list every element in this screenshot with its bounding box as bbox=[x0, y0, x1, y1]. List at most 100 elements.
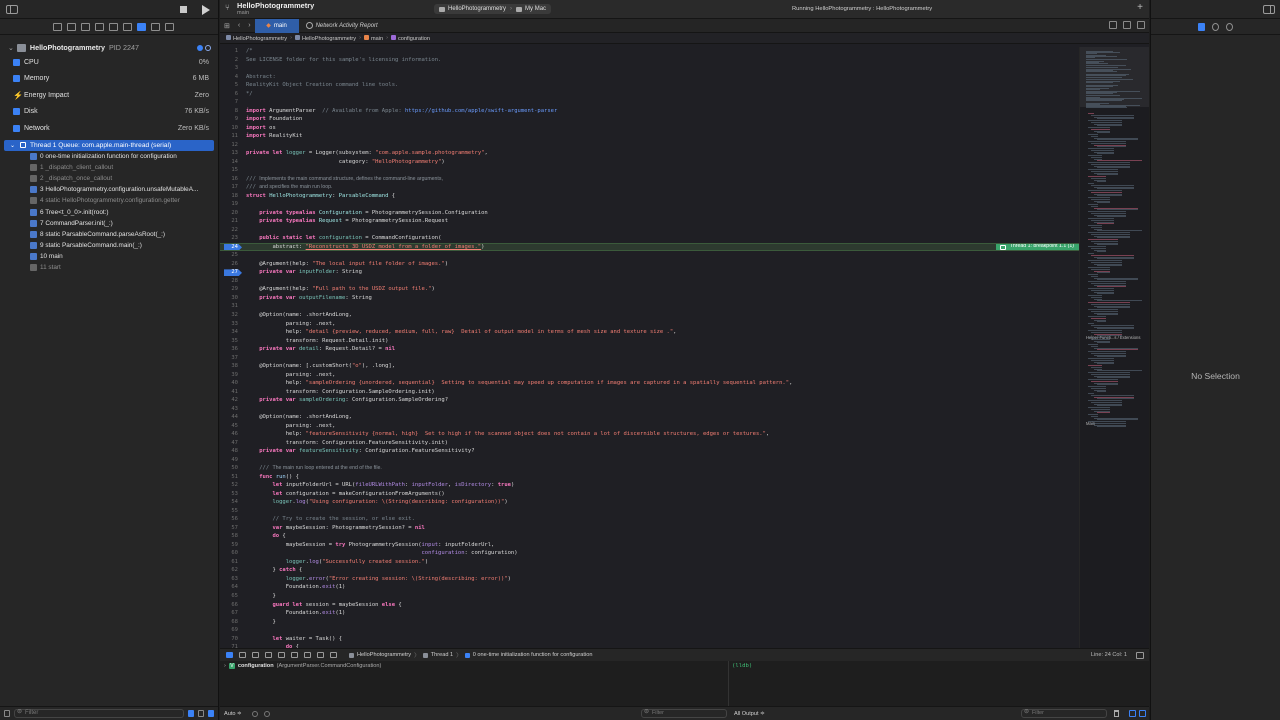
jumpbar-item[interactable]: HelloPhotogrammetry bbox=[226, 34, 287, 42]
back-icon[interactable]: ‹ bbox=[234, 22, 244, 29]
inspector-tabs bbox=[1151, 19, 1280, 35]
console-filter-input[interactable]: Filter bbox=[1021, 709, 1107, 718]
jumpbar-item[interactable]: main bbox=[363, 34, 383, 42]
scheme-selector[interactable]: HelloPhotogrammetry › My Mac bbox=[434, 4, 552, 14]
stack-frame-row[interactable]: 10 main bbox=[0, 251, 218, 262]
current-line: 24 abstract: "Reconstructs 3D USDZ model… bbox=[220, 242, 1079, 252]
stack-frame-row[interactable]: 11 start bbox=[0, 262, 218, 273]
thread-icon bbox=[20, 142, 27, 148]
memory-graph-icon[interactable] bbox=[317, 652, 324, 658]
stack-frame-row[interactable]: 8 static ParsableCommand.parseAsRoot(_:) bbox=[0, 229, 218, 240]
gauge-memory[interactable]: Memory 6 MB bbox=[0, 71, 218, 88]
eye-icon[interactable] bbox=[252, 711, 258, 717]
stop-icon[interactable] bbox=[180, 6, 187, 13]
symbol-navigator-tab-icon[interactable] bbox=[81, 22, 90, 31]
network-gauge-icon bbox=[13, 124, 20, 132]
gauge-disk[interactable]: Disk 76 KB/s bbox=[0, 104, 218, 121]
variables-scope-selector[interactable]: Auto ≑ bbox=[224, 711, 242, 717]
minimap[interactable]: Helper Functi...s / Extensions Main bbox=[1079, 47, 1149, 648]
grid-icon[interactable]: ⊞ bbox=[220, 22, 234, 30]
console-view[interactable]: (lldb) bbox=[729, 661, 1149, 706]
breakpoint-navigator-tab-icon[interactable] bbox=[151, 22, 160, 31]
code-line: 66 guard let session = maybeSession else… bbox=[231, 601, 402, 608]
source-control-tab-icon[interactable] bbox=[67, 22, 76, 31]
filter-option-icon[interactable] bbox=[188, 710, 194, 717]
code-line: 12 bbox=[231, 141, 238, 148]
tab-network-activity-report[interactable]: Network Activity Report bbox=[299, 19, 385, 33]
issue-navigator-tab-icon[interactable] bbox=[109, 22, 118, 31]
trash-icon[interactable] bbox=[1114, 710, 1119, 717]
console-output-selector[interactable]: All Output ≑ bbox=[734, 711, 765, 717]
debug-crumb[interactable]: Thread 1 bbox=[431, 652, 453, 658]
chevron-down-icon[interactable]: ⌄ bbox=[8, 44, 14, 52]
location-icon[interactable] bbox=[330, 652, 337, 658]
stack-frame-row[interactable]: 3 HelloPhotogrammetry.configuration.unsa… bbox=[0, 184, 218, 195]
test-navigator-tab-icon[interactable] bbox=[123, 22, 132, 31]
filter-option-icon[interactable] bbox=[208, 710, 214, 717]
stack-frame-row[interactable]: 2 _dispatch_once_callout bbox=[0, 173, 218, 184]
debug-crumb[interactable]: HelloPhotogrammetry bbox=[357, 652, 411, 658]
step-into-icon[interactable] bbox=[278, 652, 285, 658]
tab-main[interactable]: ◆ main bbox=[254, 18, 299, 33]
stack-frame-row[interactable]: 6 Tree<t_0_0>.init(root:) bbox=[0, 206, 218, 217]
project-navigator-tab-icon[interactable] bbox=[53, 22, 62, 31]
toggle-layout-icon[interactable] bbox=[1136, 652, 1144, 659]
variables-pane-icon[interactable] bbox=[1129, 710, 1136, 717]
jumpbar-item[interactable]: configuration bbox=[390, 34, 430, 42]
chevron-right-icon[interactable]: › bbox=[224, 663, 226, 669]
navigator-filter-input[interactable]: Filter bbox=[14, 709, 184, 718]
folder-icon bbox=[294, 34, 300, 40]
gauge-energy[interactable]: ⚡ Energy Impact Zero bbox=[0, 87, 218, 104]
split-editor-icon[interactable] bbox=[1137, 21, 1145, 29]
hide-inspector-icon[interactable] bbox=[1263, 5, 1275, 14]
run-icon[interactable] bbox=[202, 5, 210, 15]
code-review-icon[interactable] bbox=[1109, 21, 1117, 29]
view-hierarchy-icon[interactable] bbox=[304, 652, 311, 658]
stack-frame-row[interactable]: 9 static ParsableCommand.main(_:) bbox=[0, 240, 218, 251]
step-out-icon[interactable] bbox=[291, 652, 298, 658]
gauge-network[interactable]: Network Zero KB/s bbox=[0, 120, 218, 137]
tab-label: main bbox=[273, 22, 287, 29]
toggle-debug-area-icon[interactable] bbox=[226, 652, 233, 658]
continue-icon[interactable] bbox=[252, 652, 259, 658]
code-line: 40 help: "sampleOrdering {unordered, seq… bbox=[231, 380, 793, 387]
gauge-cpu[interactable]: CPU 0% bbox=[0, 54, 218, 71]
info-icon[interactable] bbox=[264, 711, 270, 717]
forward-icon[interactable]: › bbox=[244, 22, 254, 29]
jumpbar-item[interactable]: HelloPhotogrammetry bbox=[294, 34, 356, 42]
step-over-icon[interactable] bbox=[265, 652, 272, 658]
stack-frame-row[interactable]: 7 CommandParser.init(_:) bbox=[0, 218, 218, 229]
editor-options-icon[interactable] bbox=[1123, 21, 1131, 29]
report-navigator-tab-icon[interactable] bbox=[165, 22, 174, 31]
help-inspector-tab-icon[interactable] bbox=[1226, 22, 1233, 31]
find-navigator-tab-icon[interactable] bbox=[95, 22, 104, 31]
file-inspector-tab-icon[interactable] bbox=[1198, 22, 1205, 31]
filter-option-icon[interactable] bbox=[198, 710, 204, 717]
chevron-right-icon: 〉 bbox=[456, 653, 462, 659]
minimap-line bbox=[1097, 412, 1110, 414]
source-editor[interactable]: 1/* 2 See LICENSE folder for this sample'… bbox=[220, 47, 1079, 648]
stack-frame-row[interactable]: 0 one-time initialization function for c… bbox=[0, 151, 218, 162]
breakpoints-toggle-icon[interactable] bbox=[239, 652, 246, 658]
code-line: 61 logger.log("Successfully created sess… bbox=[231, 558, 429, 565]
variable-row[interactable]: › V configuration (ArgumentParser.Comman… bbox=[220, 661, 728, 670]
stack-frame-label: 7 CommandParser.init(_:) bbox=[40, 219, 113, 227]
add-icon[interactable] bbox=[4, 710, 10, 717]
chevron-down-icon[interactable]: ⌄ bbox=[10, 142, 15, 149]
hide-navigator-icon[interactable] bbox=[6, 4, 18, 14]
process-row[interactable]: ⌄ HelloPhotogrammetry PID 2247 bbox=[0, 41, 218, 54]
code-line: 64 Foundation.exit(1) bbox=[231, 584, 346, 591]
code-line: 50 /// The main run loop entered at the … bbox=[231, 465, 382, 472]
add-tab-icon[interactable]: + bbox=[1137, 2, 1143, 13]
debug-gauges: CPU 0% Memory 6 MB ⚡ Energy Impact Zero … bbox=[0, 54, 218, 137]
code-line: 3 bbox=[234, 65, 238, 72]
variables-filter-input[interactable]: Filter bbox=[641, 709, 727, 718]
console-pane-icon[interactable] bbox=[1139, 710, 1146, 717]
stack-frame-row[interactable]: 4 static HelloPhotogrammetry.configurati… bbox=[0, 195, 218, 206]
debug-crumb[interactable]: 0 one-time initialization function for c… bbox=[473, 652, 593, 658]
debug-navigator-tab-icon[interactable] bbox=[137, 22, 146, 31]
stack-frame-label: 1 _dispatch_client_callout bbox=[40, 163, 114, 171]
thread-row[interactable]: ⌄ Thread 1 Queue: com.apple.main-thread … bbox=[4, 139, 214, 151]
history-inspector-tab-icon[interactable] bbox=[1212, 22, 1219, 31]
stack-frame-row[interactable]: 1 _dispatch_client_callout bbox=[0, 162, 218, 173]
